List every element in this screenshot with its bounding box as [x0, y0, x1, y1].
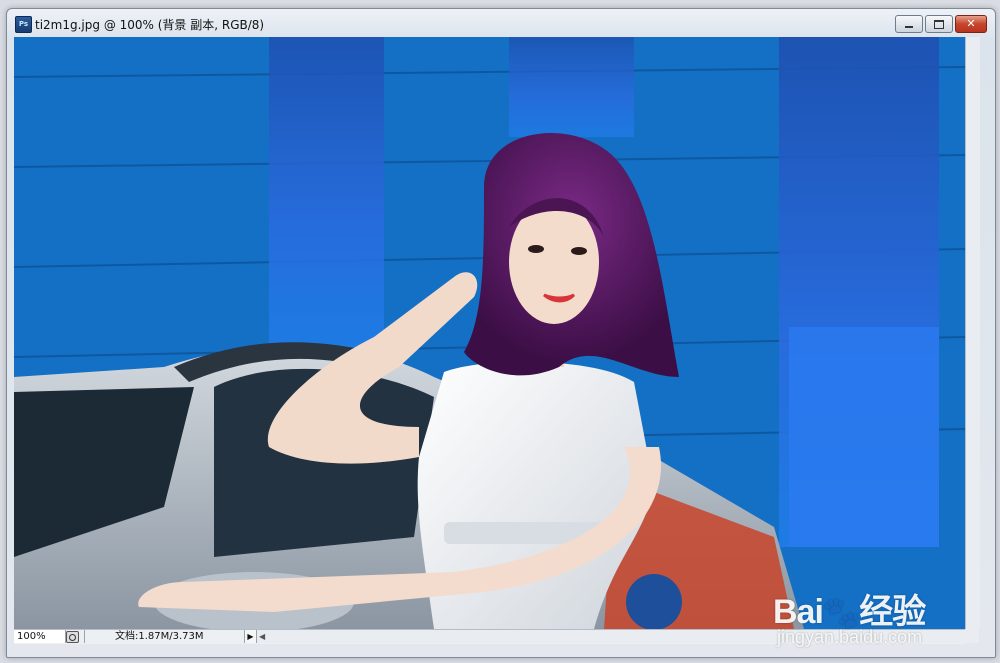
title-bar[interactable]: Ps ti2m1g.jpg @ 100% (背景 副本, RGB/8) ✕	[7, 9, 995, 37]
close-button[interactable]: ✕	[955, 15, 987, 33]
led-pillar-left	[269, 37, 384, 347]
scroll-left-icon[interactable]: ◀	[259, 630, 265, 643]
car-graphic-ball	[626, 574, 682, 629]
minimize-button[interactable]	[895, 15, 923, 33]
photo-illustration	[14, 37, 965, 629]
maximize-icon	[934, 20, 944, 29]
status-bar: 100% 文档:1.87M/3.73M ▶ ◀	[14, 629, 965, 644]
maximize-button[interactable]	[925, 15, 953, 33]
led-pillar-middle	[509, 37, 634, 137]
right-eye	[571, 247, 587, 255]
document-window: Ps ti2m1g.jpg @ 100% (背景 副本, RGB/8) ✕ 10…	[6, 8, 996, 658]
minimize-icon	[905, 26, 913, 28]
led-pillar-bright	[789, 327, 939, 547]
status-menu-arrow-icon[interactable]: ▶	[244, 630, 257, 643]
document-title: ti2m1g.jpg @ 100% (背景 副本, RGB/8)	[35, 18, 265, 32]
window-controls: ✕	[893, 15, 987, 33]
horizontal-scrollbar[interactable]: ◀	[257, 630, 965, 643]
image-canvas[interactable]	[14, 37, 965, 629]
left-eye	[528, 245, 544, 253]
photoshop-icon: Ps	[15, 16, 32, 33]
resize-grip[interactable]	[965, 629, 979, 643]
zoom-level-field[interactable]: 100%	[14, 630, 66, 643]
vertical-scrollbar[interactable]	[965, 37, 980, 629]
close-icon: ✕	[966, 17, 976, 30]
navigator-icon[interactable]	[66, 631, 79, 643]
